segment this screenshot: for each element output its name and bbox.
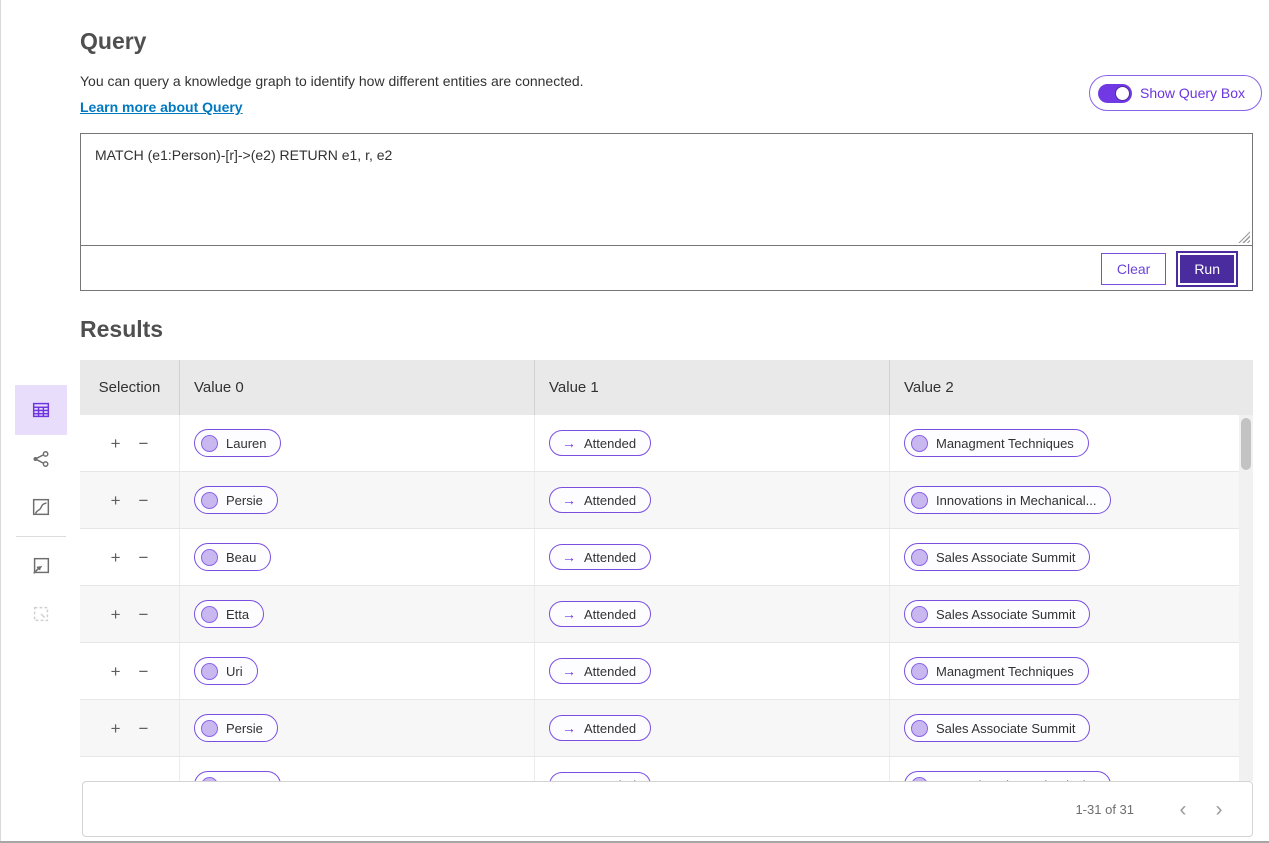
remove-from-selection-button[interactable]: − [139, 435, 149, 452]
entity-pill[interactable]: Uri [194, 657, 258, 685]
entity-node-icon [911, 719, 928, 737]
table-row: + − Lauren → Attended Innovations in Mec… [80, 757, 1253, 781]
remove-from-selection-button[interactable]: − [139, 492, 149, 509]
add-to-selection-button[interactable]: + [111, 549, 121, 566]
entity-node-icon [201, 662, 218, 680]
pagination-range: 1-31 of 31 [1075, 801, 1134, 817]
scrollbar-thumb[interactable] [1241, 418, 1251, 470]
table-row: + − Persie → Attended Innovations in Mec… [80, 472, 1253, 529]
table-row: + − Persie → Attended Sales Associate Su… [80, 700, 1253, 757]
add-to-selection-button[interactable]: + [111, 492, 121, 509]
clear-button[interactable]: Clear [1100, 252, 1167, 285]
arrow-right-icon: → [562, 663, 576, 679]
table-row: + − Uri → Attended Managment Techniques [80, 643, 1253, 700]
relationship-pill[interactable]: → Attended [549, 430, 652, 456]
query-page: Query You can query a knowledge graph to… [0, 0, 1269, 843]
column-header-value1: Value 1 [535, 360, 890, 415]
entity-node-icon [201, 434, 218, 452]
entity-node-icon [911, 662, 928, 680]
relationship-pill[interactable]: → Attended [549, 544, 652, 570]
entity-node-icon [201, 719, 218, 737]
remove-from-selection-button[interactable]: − [139, 720, 149, 737]
entity-pill[interactable]: Sales Associate Summit [904, 600, 1091, 628]
arrow-right-icon: → [562, 549, 576, 565]
relationship-pill[interactable]: → Attended [549, 715, 652, 741]
view-switcher-rail [15, 385, 67, 638]
page-title: Query [80, 28, 147, 54]
map-view-icon [32, 498, 50, 516]
query-input[interactable]: MATCH (e1:Person)-[r]->(e2) RETURN e1, r… [81, 134, 1252, 245]
remove-from-selection-button[interactable]: − [139, 549, 149, 566]
add-to-selection-button[interactable]: + [111, 435, 121, 452]
entity-pill[interactable]: Innovations in Mechanical... [904, 486, 1112, 514]
relationship-pill[interactable]: → Attended [549, 487, 652, 513]
entity-node-icon [201, 491, 218, 509]
entity-pill[interactable]: Lauren [194, 771, 282, 781]
pagination-bar: 1-31 of 31 ‹ › [82, 781, 1253, 837]
entity-node-icon [911, 491, 928, 509]
relationship-pill[interactable]: → Attended [549, 772, 652, 781]
entity-pill[interactable]: Etta [194, 600, 265, 628]
entity-node-icon [911, 605, 928, 623]
resize-handle[interactable] [1238, 231, 1250, 243]
add-to-link-chart-icon [33, 557, 50, 574]
results-table: Selection Value 0 Value 1 Value 2 + − La… [80, 360, 1253, 781]
remove-from-selection-button[interactable]: − [139, 663, 149, 680]
entity-pill[interactable]: Sales Associate Summit [904, 714, 1091, 742]
arrow-right-icon: → [562, 720, 576, 736]
add-to-selection-button[interactable]: + [111, 606, 121, 623]
column-header-selection: Selection [80, 360, 180, 415]
show-query-box-label: Show Query Box [1140, 85, 1246, 101]
arrow-right-icon: → [562, 606, 576, 622]
add-to-link-chart-button[interactable] [15, 542, 67, 590]
column-header-value2: Value 2 [904, 379, 954, 396]
column-header-value0: Value 0 [180, 360, 535, 415]
map-view-button[interactable] [15, 483, 67, 531]
arrow-right-icon: → [562, 492, 576, 508]
entity-pill[interactable]: Beau [194, 543, 272, 571]
link-chart-icon [33, 451, 49, 467]
entity-node-icon [911, 548, 928, 566]
entity-node-icon [201, 605, 218, 623]
table-row: + − Lauren → Attended Managment Techniqu… [80, 415, 1253, 472]
add-to-selection-button[interactable]: + [111, 720, 121, 737]
pagination-prev-icon[interactable]: ‹ [1172, 799, 1194, 820]
page-description: You can query a knowledge graph to ident… [80, 73, 584, 89]
arrow-right-icon: → [562, 435, 576, 451]
selection-tool-icon [33, 606, 49, 622]
entity-node-icon [911, 434, 928, 452]
table-view-icon [32, 402, 50, 418]
entity-pill[interactable]: Sales Associate Summit [904, 543, 1091, 571]
run-button[interactable]: Run [1176, 250, 1238, 287]
entity-pill[interactable]: Managment Techniques [904, 657, 1089, 685]
entity-pill[interactable]: Persie [194, 486, 278, 514]
rail-divider [16, 536, 66, 537]
query-editor: MATCH (e1:Person)-[r]->(e2) RETURN e1, r… [80, 133, 1253, 291]
results-title: Results [80, 316, 164, 342]
table-row: + − Etta → Attended Sales Associate Summ… [80, 586, 1253, 643]
entity-pill[interactable]: Lauren [194, 429, 282, 457]
table-scrollbar[interactable] [1239, 415, 1253, 781]
pagination-next-icon[interactable]: › [1208, 799, 1230, 820]
relationship-pill[interactable]: → Attended [549, 658, 652, 684]
table-header: Selection Value 0 Value 1 Value 2 [80, 360, 1253, 415]
show-query-box-toggle[interactable]: Show Query Box [1089, 75, 1263, 111]
entity-node-icon [201, 548, 218, 566]
entity-pill[interactable]: Innovations in Mechanical... [904, 771, 1112, 781]
relationship-pill[interactable]: → Attended [549, 601, 652, 627]
add-to-selection-button[interactable]: + [111, 663, 121, 680]
remove-from-selection-button[interactable]: − [139, 606, 149, 623]
results-table-body: + − Lauren → Attended Managment Techniqu… [80, 415, 1253, 781]
selection-tool-button [15, 590, 67, 638]
link-chart-view-button[interactable] [15, 435, 67, 483]
learn-more-link[interactable]: Learn more about Query [80, 99, 243, 115]
entity-pill[interactable]: Persie [194, 714, 278, 742]
entity-pill[interactable]: Managment Techniques [904, 429, 1089, 457]
window-left-edge [0, 0, 1, 843]
table-view-button[interactable] [15, 385, 67, 435]
table-row: + − Beau → Attended Sales Associate Summ… [80, 529, 1253, 586]
toggle-switch-icon [1098, 83, 1132, 103]
